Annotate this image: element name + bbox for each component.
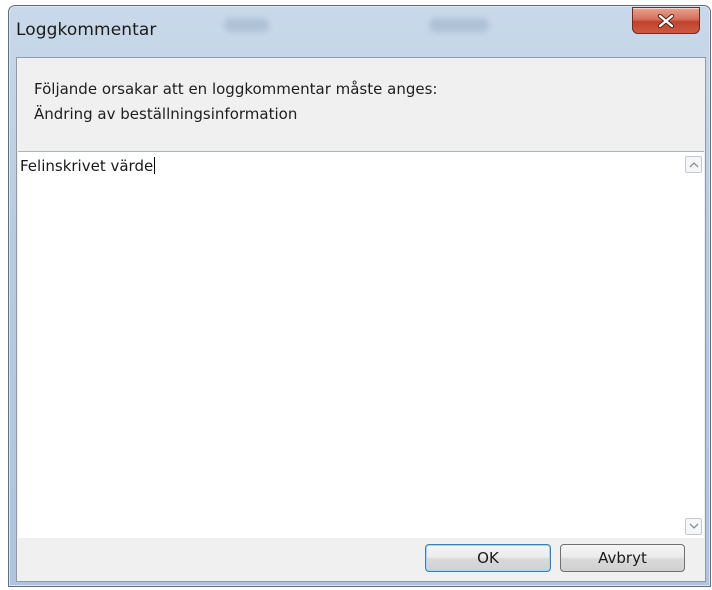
- close-icon: [657, 14, 675, 28]
- message-panel: Följande orsakar att en loggkommentar må…: [17, 58, 705, 151]
- cancel-button[interactable]: Avbryt: [560, 544, 685, 572]
- message-line-1: Följande orsakar att en loggkommentar må…: [34, 80, 438, 98]
- message-line-2: Ändring av beställningsinformation: [34, 105, 298, 123]
- title-bar[interactable]: Loggkommentar: [9, 6, 710, 50]
- button-bar: OK Avbryt: [17, 538, 705, 581]
- scroll-down-button[interactable]: [685, 518, 702, 535]
- chevron-up-icon: [689, 162, 699, 168]
- background-blur: [429, 18, 489, 32]
- close-button[interactable]: [632, 7, 700, 34]
- comment-text: Felinskrivet värde: [20, 157, 154, 175]
- dialog-window: Loggkommentar Följande orsakar att en lo…: [8, 5, 711, 587]
- text-caret: [154, 157, 156, 174]
- background-blur: [224, 18, 269, 32]
- scroll-up-button[interactable]: [685, 156, 702, 173]
- vertical-scrollbar[interactable]: [684, 152, 704, 539]
- window-title: Loggkommentar: [16, 20, 157, 40]
- ok-button[interactable]: OK: [425, 544, 551, 572]
- comment-textarea[interactable]: Felinskrivet värde: [18, 151, 704, 540]
- chevron-down-icon: [689, 523, 699, 529]
- dialog-content: Följande orsakar att en loggkommentar må…: [16, 57, 706, 582]
